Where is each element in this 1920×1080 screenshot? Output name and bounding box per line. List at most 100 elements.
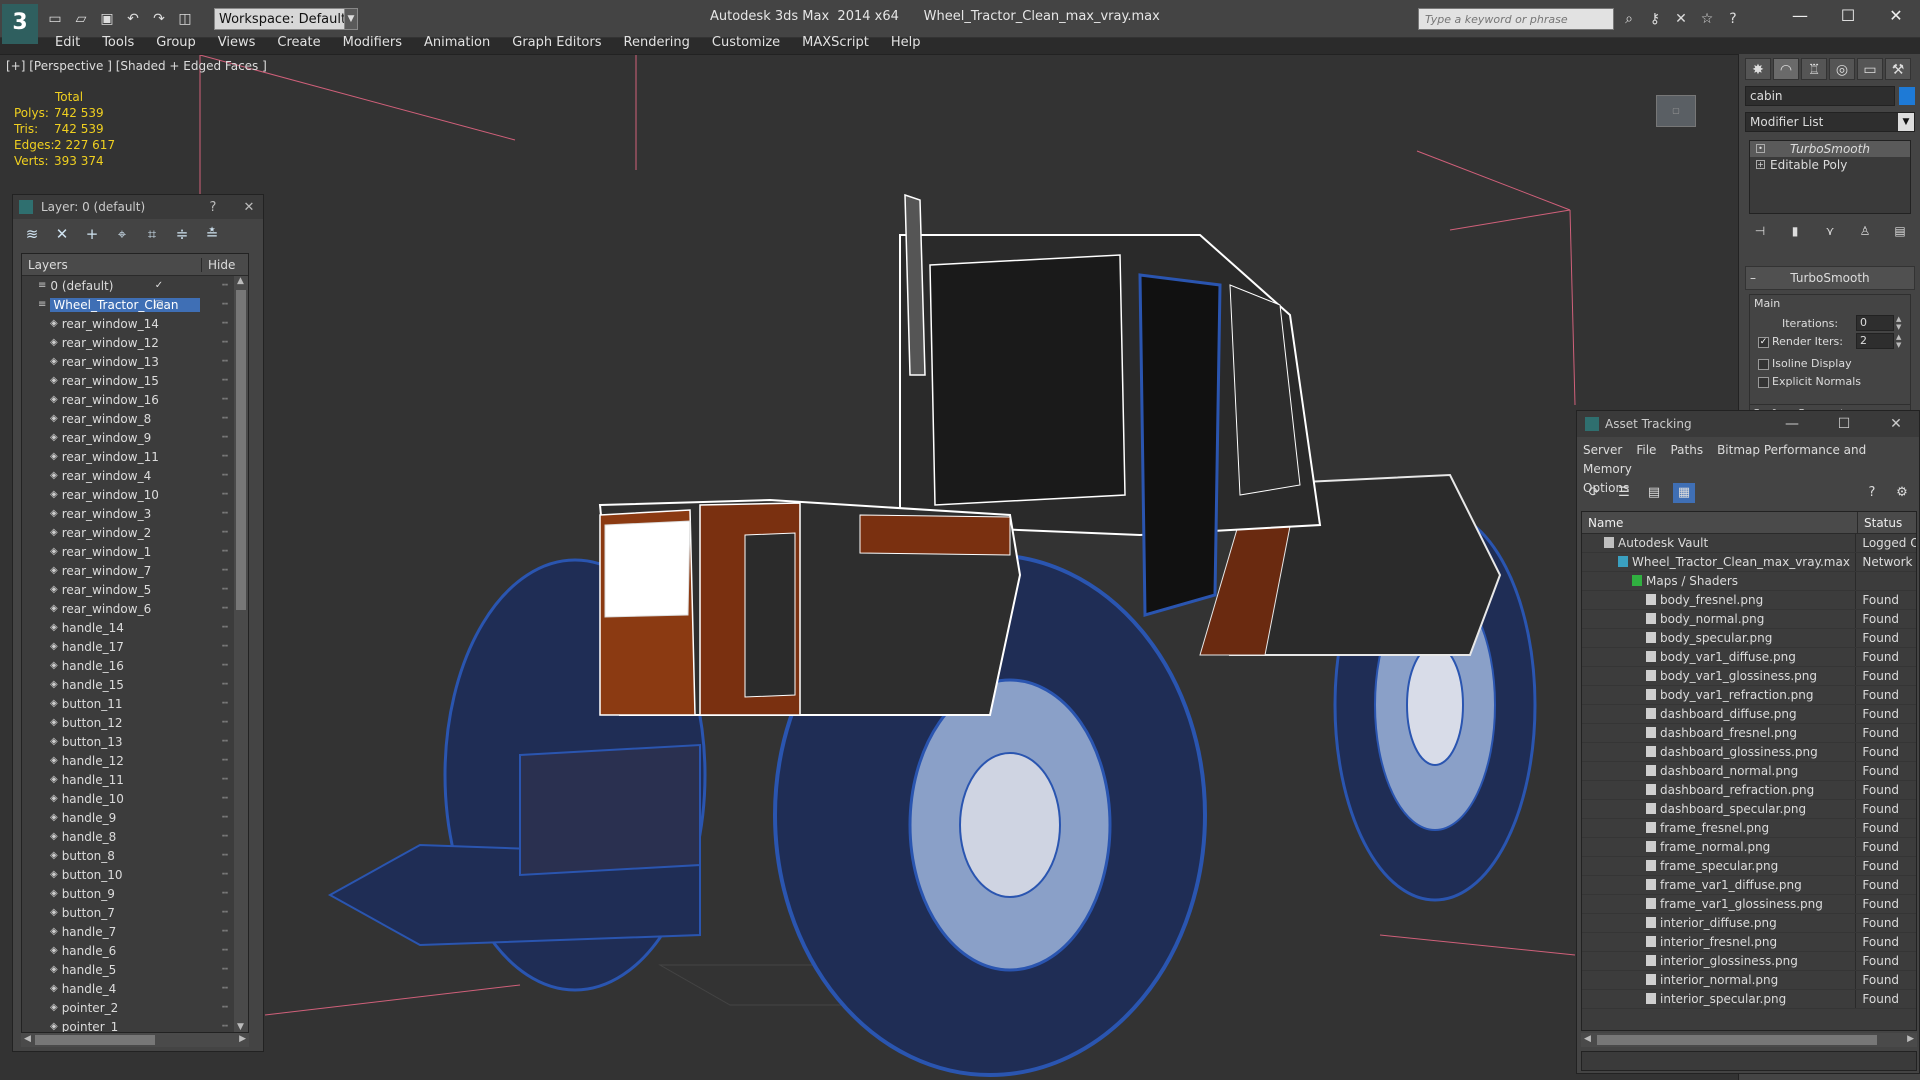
asset-row[interactable]: body_var1_refraction.png Found bbox=[1582, 686, 1916, 705]
asset-tracking-header[interactable]: Asset Tracking — ☐ ✕ bbox=[1577, 411, 1919, 437]
hierarchy-tab-icon[interactable]: ♖ bbox=[1801, 58, 1827, 80]
scroll-up-icon[interactable]: ▲ bbox=[237, 276, 244, 286]
asset-row[interactable]: interior_glossiness.png Found bbox=[1582, 952, 1916, 971]
hide-toggle[interactable]: ┅ bbox=[218, 736, 232, 747]
hide-toggle[interactable]: ┅ bbox=[218, 907, 232, 918]
layer-row[interactable]: ◈ rear_window_6 ┅ bbox=[22, 599, 248, 618]
utilities-tab-icon[interactable]: ⚒ bbox=[1885, 58, 1911, 80]
lightbulb-icon[interactable]: • bbox=[1756, 144, 1765, 153]
asset-row[interactable]: body_var1_glossiness.png Found bbox=[1582, 667, 1916, 686]
object-color-swatch[interactable] bbox=[1899, 87, 1915, 105]
hide-toggle[interactable]: ┅ bbox=[218, 337, 232, 348]
explicit-normals-checkbox[interactable] bbox=[1758, 377, 1769, 388]
delete-layer-icon[interactable]: ✕ bbox=[53, 225, 71, 243]
layer-tree[interactable]: Layers Hide ≡ 0 (default) ✓ ┅ ≡ Wheel_Tractor… bbox=[21, 253, 249, 1033]
layer-row[interactable]: ◈ button_11 ┅ bbox=[22, 694, 248, 713]
asset-row[interactable]: body_var1_diffuse.png Found bbox=[1582, 648, 1916, 667]
col-hide[interactable]: Hide bbox=[202, 258, 235, 272]
scroll-left-icon[interactable]: ◀ bbox=[24, 1034, 31, 1044]
hide-toggle[interactable]: ▢ bbox=[152, 299, 166, 310]
hide-toggle[interactable]: ┅ bbox=[218, 850, 232, 861]
asset-menu-bitmap-performance-and-memory[interactable]: Bitmap Performance and Memory bbox=[1583, 443, 1866, 476]
render-iters-checkbox[interactable]: ✓ bbox=[1758, 337, 1769, 348]
asset-row[interactable]: dashboard_glossiness.png Found bbox=[1582, 743, 1916, 762]
hide-toggle[interactable]: ┅ bbox=[218, 565, 232, 576]
hide-toggle[interactable]: ┅ bbox=[218, 831, 232, 842]
undo-icon[interactable]: ↶ bbox=[122, 8, 144, 30]
new-icon[interactable]: ▭ bbox=[44, 8, 66, 30]
select-objects-icon[interactable]: ⌖ bbox=[113, 225, 131, 243]
close-icon[interactable]: ✕ bbox=[235, 200, 263, 215]
hide-toggle[interactable]: ┅ bbox=[218, 489, 232, 500]
hide-toggle[interactable]: ┅ bbox=[218, 413, 232, 424]
layer-row[interactable]: ≡ 0 (default) ✓ ┅ bbox=[22, 276, 248, 295]
hide-toggle[interactable]: ┅ bbox=[218, 1021, 232, 1032]
close-icon[interactable]: ✕ bbox=[1873, 416, 1919, 432]
asset-row[interactable]: dashboard_fresnel.png Found bbox=[1582, 724, 1916, 743]
layer-row[interactable]: ◈ rear_window_10 ┅ bbox=[22, 485, 248, 504]
workspace-select[interactable]: Workspace: Default bbox=[214, 8, 358, 30]
layer-row[interactable]: ◈ handle_5 ┅ bbox=[22, 960, 248, 979]
hide-toggle[interactable]: ┅ bbox=[218, 945, 232, 956]
modifier-editable-poly[interactable]: + Editable Poly bbox=[1750, 157, 1910, 173]
asset-row[interactable]: frame_normal.png Found bbox=[1582, 838, 1916, 857]
scroll-right-icon[interactable]: ▶ bbox=[239, 1034, 246, 1044]
make-unique-icon[interactable]: ⋎ bbox=[1819, 220, 1841, 242]
col-status[interactable]: Status bbox=[1858, 512, 1902, 533]
binoculars-icon[interactable]: ⌕ bbox=[1618, 8, 1640, 30]
layer-row[interactable]: ◈ pointer_1 ┅ bbox=[22, 1017, 248, 1033]
render-iters-spinner[interactable]: ▲ ▼ bbox=[1896, 333, 1904, 349]
layer-row[interactable]: ◈ handle_11 ┅ bbox=[22, 770, 248, 789]
hide-toggle[interactable]: ┅ bbox=[218, 603, 232, 614]
layer-row[interactable]: ◈ button_13 ┅ bbox=[22, 732, 248, 751]
chevron-down-icon[interactable]: ▼ bbox=[1898, 113, 1914, 131]
asset-horizontal-scrollbar[interactable]: ◀ ▶ bbox=[1581, 1033, 1917, 1047]
add-to-layer-icon[interactable]: + bbox=[83, 225, 101, 243]
save-icon[interactable]: ▣ bbox=[96, 8, 118, 30]
hide-toggle[interactable]: ┅ bbox=[218, 717, 232, 728]
asset-row[interactable]: interior_fresnel.png Found bbox=[1582, 933, 1916, 952]
hide-toggle[interactable]: ┅ bbox=[218, 983, 232, 994]
maximize-icon[interactable]: ☐ bbox=[1824, 0, 1872, 32]
hide-toggle[interactable]: ┅ bbox=[218, 660, 232, 671]
layer-row[interactable]: ◈ rear_window_4 ┅ bbox=[22, 466, 248, 485]
menu-create[interactable]: Create bbox=[266, 32, 331, 54]
exchange-icon[interactable]: ✕ bbox=[1670, 8, 1692, 30]
asset-row[interactable]: frame_specular.png Found bbox=[1582, 857, 1916, 876]
menu-rendering[interactable]: Rendering bbox=[613, 32, 701, 54]
hide-toggle[interactable]: ┅ bbox=[218, 622, 232, 633]
close-icon[interactable]: ✕ bbox=[1872, 0, 1920, 32]
isoline-checkbox[interactable] bbox=[1758, 359, 1769, 370]
hide-all-icon[interactable]: ≑ bbox=[173, 225, 191, 243]
layer-row[interactable]: ◈ button_12 ┅ bbox=[22, 713, 248, 732]
layer-row[interactable]: ◈ button_8 ┅ bbox=[22, 846, 248, 865]
menu-edit[interactable]: Edit bbox=[44, 32, 91, 54]
asset-row[interactable]: Autodesk Vault Logged O bbox=[1582, 534, 1916, 553]
menu-help[interactable]: Help bbox=[880, 32, 932, 54]
layer-row[interactable]: ◈ rear_window_15 ┅ bbox=[22, 371, 248, 390]
hide-toggle[interactable]: ┅ bbox=[218, 527, 232, 538]
hide-toggle[interactable]: ┅ bbox=[218, 812, 232, 823]
layer-row[interactable]: ◈ handle_7 ┅ bbox=[22, 922, 248, 941]
hide-toggle[interactable]: ✓ bbox=[152, 280, 166, 291]
menu-group[interactable]: Group bbox=[145, 32, 207, 54]
asset-row[interactable]: dashboard_normal.png Found bbox=[1582, 762, 1916, 781]
hide-toggle[interactable]: ┅ bbox=[218, 280, 232, 291]
layer-row[interactable]: ◈ rear_window_16 ┅ bbox=[22, 390, 248, 409]
layer-row[interactable]: ◈ rear_window_2 ┅ bbox=[22, 523, 248, 542]
layer-row[interactable]: ◈ rear_window_1 ┅ bbox=[22, 542, 248, 561]
thumbnail-view-icon[interactable]: ▤ bbox=[1643, 483, 1665, 503]
asset-row[interactable]: interior_normal.png Found bbox=[1582, 971, 1916, 990]
asset-row[interactable]: dashboard_refraction.png Found bbox=[1582, 781, 1916, 800]
asset-row[interactable]: dashboard_diffuse.png Found bbox=[1582, 705, 1916, 724]
hide-toggle[interactable]: ┅ bbox=[218, 679, 232, 690]
layer-row[interactable]: ◈ button_10 ┅ bbox=[22, 865, 248, 884]
show-end-result-icon[interactable]: ▮ bbox=[1784, 220, 1806, 242]
menu-modifiers[interactable]: Modifiers bbox=[332, 32, 413, 54]
layer-row[interactable]: ◈ handle_14 ┅ bbox=[22, 618, 248, 637]
layer-row[interactable]: ◈ handle_15 ┅ bbox=[22, 675, 248, 694]
search-input[interactable] bbox=[1418, 8, 1614, 30]
project-icon[interactable]: ◫ bbox=[174, 8, 196, 30]
layer-row[interactable]: ◈ handle_16 ┅ bbox=[22, 656, 248, 675]
asset-row[interactable]: body_specular.png Found bbox=[1582, 629, 1916, 648]
